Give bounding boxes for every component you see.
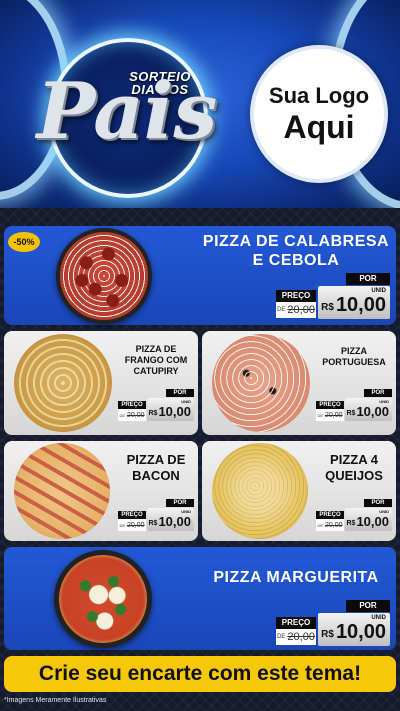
de-label: DE: [317, 522, 324, 528]
old-price-value: 20,00: [325, 411, 343, 419]
old-price: DE 20,00: [316, 409, 344, 421]
price-tag: POR PREÇO DE 20,00 UNID R$ 10,00: [316, 389, 392, 421]
unit-label: UNID: [371, 288, 386, 294]
old-price-value: 20,00: [325, 521, 343, 529]
old-price: DE 20,00: [276, 629, 316, 645]
de-label: DE: [119, 412, 126, 418]
currency-symbol: R$: [148, 520, 158, 527]
store-logo-placeholder[interactable]: Sua Logo Aqui: [250, 45, 388, 183]
unit-label: UNID: [371, 615, 386, 621]
old-price: DE 20,00: [118, 409, 146, 421]
discount-badge: -50%: [8, 232, 40, 252]
price-value: 10,00: [158, 514, 191, 529]
price-value: 10,00: [335, 294, 386, 316]
price-tag: POR PREÇO DE 20,00 UNID R$ 10,00: [276, 273, 390, 319]
currency-symbol: R$: [346, 410, 356, 417]
price-tag: POR PREÇO DE 20,00 UNID R$ 10,00: [118, 499, 194, 531]
price-value: 10,00: [356, 404, 389, 419]
pizza-portuguesa-icon: [212, 334, 310, 432]
product-name: PIZZA DE CALABRESA E CEBOLA: [202, 233, 390, 269]
logo-line-2: Aqui: [283, 109, 355, 145]
product-name: PIZZA 4 QUEIJOS: [325, 452, 383, 483]
price-value: 10,00: [158, 404, 191, 419]
price-value: 10,00: [356, 514, 389, 529]
unit-label: UNID: [181, 509, 191, 514]
old-price: DE 20,00: [118, 519, 146, 531]
preco-label: PREÇO: [276, 290, 316, 302]
por-label: POR: [346, 273, 390, 285]
preco-label: PREÇO: [316, 401, 344, 409]
old-price-value: 20,00: [127, 521, 145, 529]
product-name: PIZZA PORTUGUESA: [322, 346, 386, 367]
price-tag: POR PREÇO DE 20,00 UNID R$ 10,00: [118, 389, 194, 421]
header-banner: SORTEIO DIA DOS Pais Sua Logo Aqui: [0, 0, 400, 208]
de-label: DE: [277, 307, 286, 313]
new-price: UNID R$ 10,00: [147, 398, 194, 421]
new-price: UNID R$ 10,00: [345, 398, 392, 421]
flyer-page: SORTEIO DIA DOS Pais Sua Logo Aqui -50% …: [0, 0, 400, 711]
new-price: UNID R$ 10,00: [318, 286, 390, 319]
unit-label: UNID: [379, 509, 389, 514]
por-label: POR: [166, 499, 194, 507]
old-price-value: 20,00: [287, 304, 315, 316]
unit-label: UNID: [181, 399, 191, 404]
old-price-value: 20,00: [127, 411, 145, 419]
de-label: DE: [317, 412, 324, 418]
price-tag: POR PREÇO DE 20,00 UNID R$ 10,00: [276, 600, 390, 646]
preco-label: PREÇO: [118, 511, 146, 519]
disclaimer-text: *Imagens Meramente Ilustrativas: [4, 697, 107, 704]
old-price: DE 20,00: [276, 302, 316, 318]
preco-label: PREÇO: [118, 401, 146, 409]
cta-banner[interactable]: Crie seu encarte com este tema!: [4, 656, 396, 692]
currency-symbol: R$: [148, 410, 158, 417]
new-price: UNID R$ 10,00: [318, 613, 390, 646]
old-price: DE 20,00: [316, 519, 344, 531]
preco-label: PREÇO: [276, 617, 316, 629]
old-price-value: 20,00: [287, 631, 315, 643]
currency-symbol: R$: [346, 520, 356, 527]
por-label: POR: [346, 600, 390, 612]
new-price: UNID R$ 10,00: [147, 508, 194, 531]
currency-symbol: R$: [321, 302, 334, 313]
pizza-bacon-icon: [14, 443, 110, 539]
pizza-calabresa-icon: [60, 232, 148, 320]
logo-line-1: Sua Logo: [268, 83, 370, 108]
por-label: POR: [166, 389, 194, 397]
new-price: UNID R$ 10,00: [345, 508, 392, 531]
de-label: DE: [119, 522, 126, 528]
pizza-marguerita-icon: [59, 555, 147, 643]
por-label: POR: [364, 499, 392, 507]
preco-label: PREÇO: [316, 511, 344, 519]
campaign-title: Pais: [36, 66, 218, 157]
currency-symbol: R$: [321, 629, 334, 640]
product-name: PIZZA DE FRANGO COM CATUPIRY: [124, 344, 188, 376]
por-label: POR: [364, 389, 392, 397]
pizza-frango-icon: [14, 334, 112, 432]
price-value: 10,00: [335, 621, 386, 643]
unit-label: UNID: [379, 399, 389, 404]
product-name: PIZZA MARGUERITA: [213, 569, 379, 586]
product-name: PIZZA DE BACON: [126, 452, 186, 483]
price-tag: POR PREÇO DE 20,00 UNID R$ 10,00: [316, 499, 392, 531]
pizza-queijos-icon: [212, 443, 308, 539]
de-label: DE: [277, 634, 286, 640]
